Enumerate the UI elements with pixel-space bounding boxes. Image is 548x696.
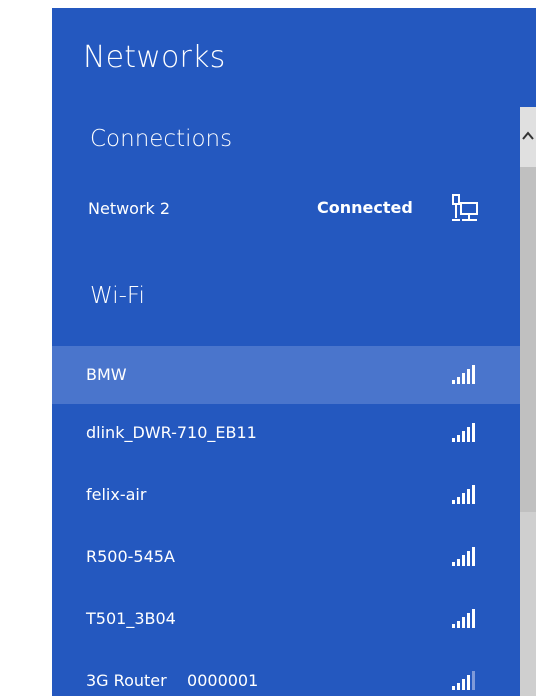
networks-pane: Networks Connections Network 2 Connected… — [52, 8, 536, 696]
page-title: Networks — [83, 40, 226, 75]
wifi-network-name: dlink_DWR-710_EB11 — [86, 423, 257, 442]
wifi-network-dlink[interactable]: dlink_DWR-710_EB11 — [52, 404, 520, 466]
wifi-signal-icon — [452, 547, 475, 566]
connections-heading: Connections — [90, 126, 233, 152]
wifi-signal-icon — [452, 423, 475, 442]
wifi-network-felix-air[interactable]: felix-air — [52, 466, 520, 528]
wifi-network-t501[interactable]: T501_3B04 — [52, 590, 520, 652]
connection-status: Connected — [317, 198, 413, 217]
wifi-network-3g-router[interactable]: 3G Router 0000001 — [52, 652, 520, 696]
wired-network-icon — [452, 194, 478, 221]
wifi-network-list: BMW dlink_DWR-710_EB11 felix-air R500-54… — [52, 346, 520, 696]
wifi-heading: Wi-Fi — [90, 283, 145, 309]
wifi-signal-icon — [452, 609, 475, 628]
chevron-up-icon — [522, 131, 534, 140]
wifi-signal-icon — [452, 485, 475, 504]
wifi-network-bmw[interactable]: BMW — [52, 346, 520, 404]
connection-network-2[interactable]: Network 2 Connected — [52, 188, 520, 232]
networks-flyout: Networks Connections Network 2 Connected… — [0, 0, 536, 696]
connection-name: Network 2 — [88, 199, 171, 218]
scroll-thumb[interactable] — [520, 167, 536, 512]
scroll-up-button[interactable] — [520, 107, 536, 167]
wifi-signal-icon — [452, 671, 475, 690]
wifi-network-name: felix-air — [86, 485, 147, 504]
wifi-network-name: R500-545A — [86, 547, 175, 566]
wifi-network-name: T501_3B04 — [86, 609, 176, 628]
wifi-network-name: BMW — [86, 365, 127, 384]
wifi-network-name: 3G Router 0000001 — [86, 671, 259, 690]
scrollbar[interactable] — [520, 107, 536, 696]
wifi-network-r500[interactable]: R500-545A — [52, 528, 520, 590]
wifi-signal-icon — [452, 365, 475, 384]
